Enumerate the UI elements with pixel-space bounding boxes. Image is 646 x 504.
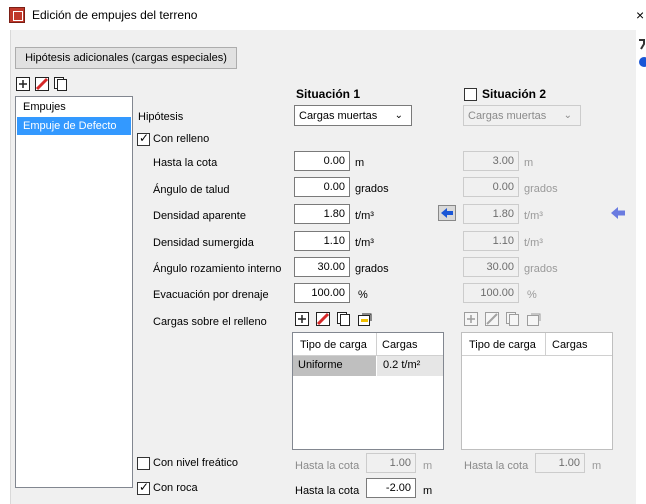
s2-dens-sum-unit: t/m³: [524, 237, 543, 249]
s1-roca-label: Hasta la cota: [295, 485, 360, 497]
s2-freatico-label: Hasta la cota: [464, 460, 529, 472]
s2-cota-input[interactable]: 3.00: [463, 151, 519, 171]
con-roca-checkbox[interactable]: [137, 480, 150, 495]
s2-dens-ap-unit: t/m³: [524, 210, 543, 222]
s1-cota-unit: m: [355, 157, 365, 169]
situation2-checkbox[interactable]: [464, 88, 477, 101]
chevron-down-icon: ⌄: [563, 110, 572, 121]
add-icon[interactable]: [16, 77, 30, 91]
title-bar: Edición de empujes del terreno ×: [0, 0, 646, 30]
s1-dens-sum-input[interactable]: 1.10: [294, 231, 350, 251]
situation2-hypothesis-value: Cargas muertas: [468, 110, 547, 122]
densidad-aparente-label: Densidad aparente: [153, 210, 246, 222]
s1-copy-load-icon[interactable]: [337, 312, 351, 326]
s2-talud-input[interactable]: 0.00: [463, 177, 519, 197]
s1-freatico-input[interactable]: 1.00: [366, 453, 416, 473]
s2-freatico-unit: m: [592, 460, 602, 472]
side-wrench-icon[interactable]: [638, 38, 646, 50]
hipotesis-label: Hipótesis: [138, 111, 184, 123]
cargas-relleno-label: Cargas sobre el relleno: [153, 316, 267, 328]
column-separator: [545, 333, 546, 355]
s2-freatico-input[interactable]: 1.00: [535, 453, 585, 473]
s1-freatico-unit: m: [423, 460, 433, 472]
situation1-hypothesis-value: Cargas muertas: [299, 110, 378, 122]
s1-cota-input[interactable]: 0.00: [294, 151, 350, 171]
s2-add-load-icon[interactable]: [464, 312, 478, 326]
window-title: Edición de empujes del terreno: [32, 8, 198, 22]
copy-icon[interactable]: [54, 77, 68, 91]
s1-add-load-icon[interactable]: [295, 312, 309, 326]
s2-talud-unit: grados: [524, 183, 558, 195]
s1-dens-ap-unit: t/m³: [355, 210, 374, 222]
column-separator: [376, 333, 377, 355]
s1-col-cargas-header[interactable]: Cargas: [382, 339, 417, 351]
delete-icon[interactable]: [35, 77, 49, 91]
s2-col-tipo-header[interactable]: Tipo de carga: [469, 339, 536, 351]
s2-col-cargas-header[interactable]: Cargas: [552, 339, 587, 351]
s1-talud-input[interactable]: 0.00: [294, 177, 350, 197]
header-divider: [462, 355, 612, 356]
angulo-talud-label: Ángulo de talud: [153, 184, 230, 196]
s1-loads-table: Tipo de carga Cargas Uniforme 0.2 t/m²: [292, 332, 444, 450]
s2-rozamiento-input[interactable]: 30.00: [463, 257, 519, 277]
situation1-hypothesis-select[interactable]: Cargas muertas ⌄: [294, 105, 412, 126]
copy-left-arrow-icon[interactable]: [438, 205, 456, 221]
cell-tipo: Uniforme: [293, 356, 376, 376]
s2-loads-table: Tipo de carga Cargas: [461, 332, 613, 450]
s1-dens-ap-input[interactable]: 1.80: [294, 204, 350, 224]
cell-carga: 0.2 t/m²: [377, 356, 443, 376]
con-roca-label: Con roca: [153, 482, 198, 494]
s1-drenaje-input[interactable]: 100.00: [294, 283, 350, 303]
s1-col-tipo-header[interactable]: Tipo de carga: [300, 339, 367, 351]
angulo-rozamiento-label: Ángulo rozamiento interno: [153, 263, 282, 275]
s1-delete-load-icon[interactable]: [316, 312, 330, 326]
list-item-empuje-de-defecto[interactable]: Empuje de Defecto: [17, 117, 131, 135]
s2-dens-sum-input[interactable]: 1.10: [463, 231, 519, 251]
s1-rozamiento-unit: grados: [355, 263, 389, 275]
extra-hypotheses-button[interactable]: Hipótesis adicionales (cargas especiales…: [15, 47, 237, 69]
s2-delete-load-icon[interactable]: [485, 312, 499, 326]
side-help-icon[interactable]: [638, 56, 646, 68]
con-relleno-checkbox[interactable]: [137, 131, 150, 146]
s1-talud-unit: grados: [355, 183, 389, 195]
s1-freatico-label: Hasta la cota: [295, 460, 360, 472]
copy-left-arrow-icon-2[interactable]: [609, 205, 627, 221]
s1-roca-input[interactable]: -2.00: [366, 478, 416, 498]
s1-edit-load-icon[interactable]: [358, 312, 372, 326]
s2-cota-unit: m: [524, 157, 534, 169]
s2-rozamiento-unit: grados: [524, 263, 558, 275]
evacuacion-drenaje-label: Evacuación por drenaje: [153, 289, 269, 301]
app-icon: [9, 7, 25, 23]
con-relleno-label: Con relleno: [153, 133, 210, 145]
densidad-sumergida-label: Densidad sumergida: [153, 237, 254, 249]
s2-dens-ap-input[interactable]: 1.80: [463, 204, 519, 224]
s2-drenaje-input[interactable]: 100.00: [463, 283, 519, 303]
close-button[interactable]: ×: [636, 7, 644, 23]
s1-roca-unit: m: [423, 485, 433, 497]
situation2-hypothesis-select[interactable]: Cargas muertas ⌄: [463, 105, 581, 126]
s1-rozamiento-input[interactable]: 30.00: [294, 257, 350, 277]
con-nivel-freatico-label: Con nivel freático: [153, 457, 238, 469]
s1-dens-sum-unit: t/m³: [355, 237, 374, 249]
s2-drenaje-unit: %: [527, 289, 537, 301]
hasta-cota-label: Hasta la cota: [153, 157, 218, 169]
chevron-down-icon: ⌄: [394, 110, 403, 121]
con-nivel-freatico-checkbox[interactable]: [137, 457, 150, 470]
situation1-title: Situación 1: [296, 87, 361, 101]
s2-copy-load-icon[interactable]: [506, 312, 520, 326]
situation2-title: Situación 2: [482, 87, 547, 101]
table-row[interactable]: Uniforme 0.2 t/m²: [293, 356, 443, 376]
empujes-list: Empujes Empuje de Defecto: [15, 96, 133, 488]
s1-drenaje-unit: %: [358, 289, 368, 301]
s2-edit-load-icon[interactable]: [527, 312, 541, 326]
list-item-empujes[interactable]: Empujes: [17, 98, 131, 116]
